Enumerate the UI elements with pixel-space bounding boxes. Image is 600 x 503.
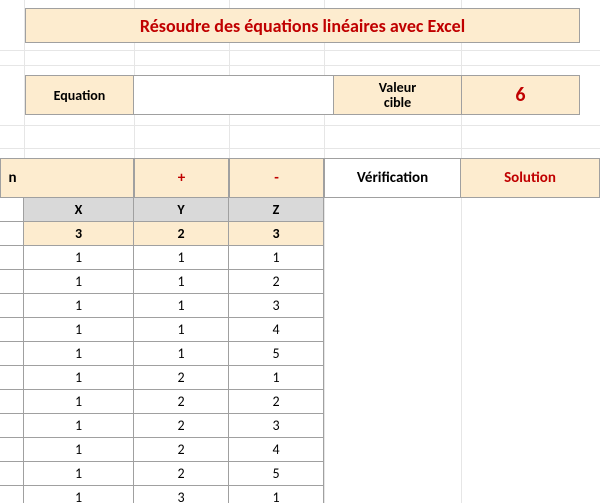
table-row: 125 (0, 462, 324, 486)
cell-y[interactable]: 2 (134, 390, 229, 414)
target-value[interactable]: 6 (462, 76, 579, 114)
table-row: 122 (0, 390, 324, 414)
header-solution[interactable]: Solution (461, 158, 600, 198)
coef-x[interactable]: 3 (24, 222, 134, 246)
cell-z[interactable]: 2 (229, 390, 324, 414)
cell-x[interactable]: 1 (24, 294, 134, 318)
page-title: Résoudre des équations linéaires avec Ex… (25, 8, 580, 43)
cell-z[interactable]: 5 (229, 342, 324, 366)
cell-x[interactable]: 1 (24, 390, 134, 414)
cell-y[interactable]: 2 (134, 462, 229, 486)
table-row: 121 (0, 366, 324, 390)
var-z[interactable]: Z (229, 198, 324, 222)
cell-x[interactable]: 1 (24, 486, 134, 503)
cell-z[interactable]: 1 (229, 486, 324, 503)
var-x[interactable]: X (24, 198, 134, 222)
data-table: X Y Z 3 2 3 111 112 113 114 115 121 122 … (0, 198, 324, 503)
target-label: Valeur cible (334, 76, 462, 114)
cell-y[interactable]: 1 (134, 318, 229, 342)
cell-z[interactable]: 2 (229, 270, 324, 294)
table-row: 113 (0, 294, 324, 318)
title-text: Résoudre des équations linéaires avec Ex… (140, 15, 465, 37)
cell-z[interactable]: 1 (229, 246, 324, 270)
coef-y[interactable]: 2 (134, 222, 229, 246)
cell-y[interactable]: 2 (134, 414, 229, 438)
cell-y[interactable]: 2 (134, 366, 229, 390)
cell-x[interactable]: 1 (24, 414, 134, 438)
equation-input[interactable] (134, 76, 334, 114)
table-row: 115 (0, 342, 324, 366)
table-row: 114 (0, 318, 324, 342)
cell-x[interactable]: 1 (24, 342, 134, 366)
cell-x[interactable]: 1 (24, 270, 134, 294)
variable-row: X Y Z (0, 198, 324, 222)
cell-y[interactable]: 3 (134, 486, 229, 503)
cell-blank[interactable] (0, 198, 24, 222)
cell-blank[interactable] (0, 222, 24, 246)
coef-z[interactable]: 3 (229, 222, 324, 246)
target-label-line2: cible (384, 95, 411, 110)
header-n[interactable]: n (0, 158, 24, 198)
cell-y[interactable]: 1 (134, 294, 229, 318)
cell-y[interactable]: 1 (134, 342, 229, 366)
cell-x[interactable]: 1 (24, 366, 134, 390)
cell-x[interactable]: 1 (24, 438, 134, 462)
cell-z[interactable]: 4 (229, 438, 324, 462)
cell-y[interactable]: 1 (134, 246, 229, 270)
target-label-line1: Valeur (379, 80, 416, 95)
var-y[interactable]: Y (134, 198, 229, 222)
coefficient-row: 3 2 3 (0, 222, 324, 246)
cell-y[interactable]: 1 (134, 270, 229, 294)
cell-z[interactable]: 5 (229, 462, 324, 486)
cell-x[interactable]: 1 (24, 246, 134, 270)
cell-x[interactable]: 1 (24, 462, 134, 486)
header-minus[interactable]: - (229, 158, 324, 198)
equation-label: Equation (26, 76, 134, 114)
table-row: 131 (0, 486, 324, 503)
table-row: 112 (0, 270, 324, 294)
table-row: 123 (0, 414, 324, 438)
equation-row: Equation Valeur cible 6 (25, 75, 580, 115)
table-row: 124 (0, 438, 324, 462)
table-header-row: n + - Vérification Solution (0, 158, 600, 198)
header-plus[interactable]: + (134, 158, 229, 198)
cell-z[interactable]: 4 (229, 318, 324, 342)
cell-z[interactable]: 1 (229, 366, 324, 390)
cell-z[interactable]: 3 (229, 294, 324, 318)
table-row: 111 (0, 246, 324, 270)
cell-y[interactable]: 2 (134, 438, 229, 462)
header-blank[interactable] (24, 158, 134, 198)
cell-z[interactable]: 3 (229, 414, 324, 438)
header-verification[interactable]: Vérification (324, 158, 461, 198)
cell-x[interactable]: 1 (24, 318, 134, 342)
spreadsheet-view: Résoudre des équations linéaires avec Ex… (0, 0, 600, 503)
